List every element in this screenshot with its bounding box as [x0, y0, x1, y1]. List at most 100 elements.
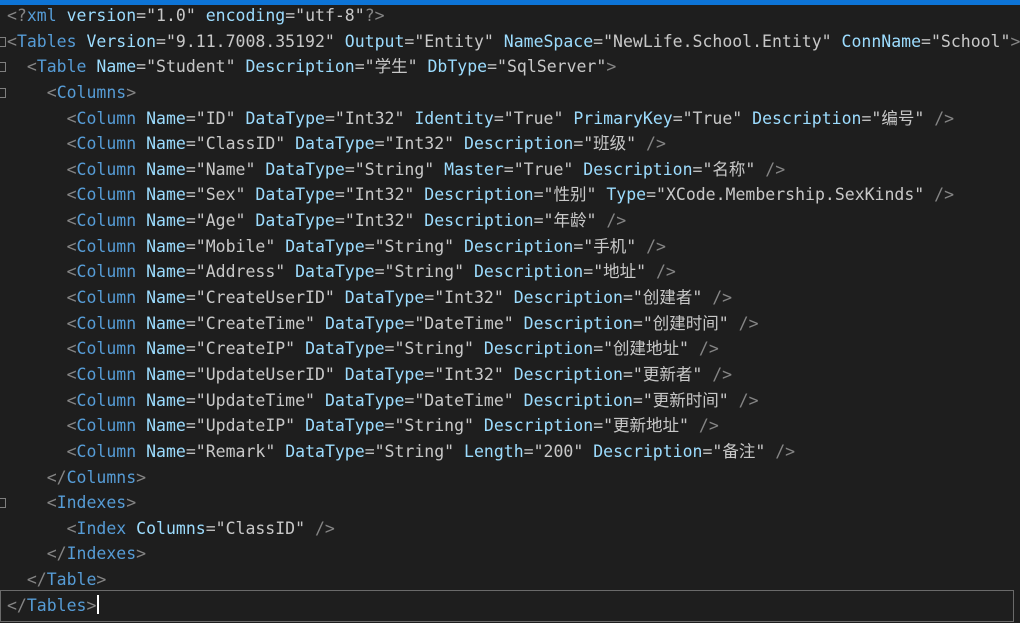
- attribute-name: Master: [444, 160, 504, 179]
- attribute-name: Description: [514, 365, 623, 384]
- attribute-name: PrimaryKey: [573, 109, 672, 128]
- space: [418, 57, 428, 76]
- attribute-value: "ID": [196, 109, 236, 128]
- attribute-value: "CreateIP": [196, 339, 295, 358]
- code-line-5[interactable]: <Column Name="ID" DataType="Int32" Ident…: [0, 106, 1020, 132]
- code-line-6[interactable]: <Column Name="ClassID" DataType="Int32" …: [0, 131, 1020, 157]
- attribute-name: Description: [524, 314, 633, 333]
- code-line-11[interactable]: <Column Name="Address" DataType="String"…: [0, 259, 1020, 285]
- code-editor[interactable]: <?xml version="1.0" encoding="utf-8"?><T…: [0, 3, 1020, 618]
- tag-open-delimiter: <: [7, 32, 17, 51]
- code-line-19[interactable]: </Columns>: [0, 465, 1020, 491]
- equals-sign: =: [424, 288, 434, 307]
- attribute-value: "Mobile": [196, 237, 275, 256]
- tag-close-delimiter: />: [689, 339, 719, 358]
- attribute-name: encoding: [206, 6, 285, 25]
- equals-sign: =: [623, 365, 633, 384]
- code-line-24[interactable]: </Tables>: [0, 593, 1020, 619]
- space: [295, 339, 305, 358]
- code-line-18[interactable]: <Column Name="Remark" DataType="String" …: [0, 439, 1020, 465]
- tag-name: Index: [77, 519, 127, 538]
- code-line-13[interactable]: <Column Name="CreateTime" DataType="Date…: [0, 311, 1020, 337]
- code-line-3[interactable]: <Table Name="Student" Description="学生" D…: [0, 54, 1020, 80]
- attribute-value: "班级": [583, 134, 636, 153]
- equals-sign: =: [186, 442, 196, 461]
- space: [504, 288, 514, 307]
- code-line-8[interactable]: <Column Name="Sex" DataType="Int32" Desc…: [0, 182, 1020, 208]
- tag-open-delimiter: <: [27, 57, 37, 76]
- fold-marker-icon[interactable]: [0, 498, 6, 508]
- equals-sign: =: [156, 32, 166, 51]
- tag-close-delimiter: />: [924, 185, 954, 204]
- tag-open-delimiter: <: [67, 134, 77, 153]
- tag-name: Column: [77, 237, 137, 256]
- tag-name: Column: [77, 288, 137, 307]
- tag-name: Column: [77, 416, 137, 435]
- equals-sign: =: [623, 288, 633, 307]
- attribute-name: DataType: [345, 288, 424, 307]
- code-line-21[interactable]: <Index Columns="ClassID" />: [0, 516, 1020, 542]
- indent: [7, 160, 67, 179]
- indent: [7, 442, 67, 461]
- space: [136, 262, 146, 281]
- code-line-9[interactable]: <Column Name="Age" DataType="Int32" Desc…: [0, 208, 1020, 234]
- code-line-22[interactable]: </Indexes>: [0, 541, 1020, 567]
- equals-sign: =: [385, 416, 395, 435]
- attribute-value: "9.11.7008.35192": [166, 32, 335, 51]
- equals-sign: =: [673, 109, 683, 128]
- tag-name: Column: [77, 185, 137, 204]
- attribute-value: "SqlServer": [497, 57, 606, 76]
- indent: [7, 493, 47, 512]
- attribute-name: DataType: [285, 237, 364, 256]
- attribute-value: "性别": [544, 185, 597, 204]
- attribute-value: "String": [394, 339, 473, 358]
- attribute-name: Name: [146, 211, 186, 230]
- code-line-12[interactable]: <Column Name="CreateUserID" DataType="In…: [0, 285, 1020, 311]
- attribute-value: "String": [385, 262, 464, 281]
- space: [136, 134, 146, 153]
- attribute-name: Version: [86, 32, 156, 51]
- tag-open-delimiter: <: [67, 237, 77, 256]
- space: [285, 134, 295, 153]
- equals-sign: =: [186, 185, 196, 204]
- tag-open-delimiter: <: [67, 314, 77, 333]
- code-line-14[interactable]: <Column Name="CreateIP" DataType="String…: [0, 336, 1020, 362]
- code-line-20[interactable]: <Indexes>: [0, 490, 1020, 516]
- fold-marker-icon[interactable]: [0, 62, 6, 72]
- code-line-10[interactable]: <Column Name="Mobile" DataType="String" …: [0, 234, 1020, 260]
- code-line-4[interactable]: <Columns>: [0, 80, 1020, 106]
- tag-close-delimiter: >: [606, 57, 616, 76]
- equals-sign: =: [186, 391, 196, 410]
- fold-marker-icon[interactable]: [0, 88, 6, 98]
- code-line-16[interactable]: <Column Name="UpdateTime" DataType="Date…: [0, 388, 1020, 414]
- attribute-name: Description: [514, 288, 623, 307]
- attribute-value: "更新时间": [643, 391, 729, 410]
- attribute-value: "utf-8": [295, 6, 365, 25]
- tag-close-delimiter: >: [126, 493, 136, 512]
- space: [583, 442, 593, 461]
- tag-name: Table: [37, 57, 87, 76]
- equals-sign: =: [534, 211, 544, 230]
- code-line-17[interactable]: <Column Name="UpdateIP" DataType="String…: [0, 413, 1020, 439]
- indent: [7, 365, 67, 384]
- tag-close-delimiter: />: [689, 416, 719, 435]
- code-line-2[interactable]: <Tables Version="9.11.7008.35192" Output…: [0, 29, 1020, 55]
- tag-name: Column: [77, 262, 137, 281]
- code-line-1[interactable]: <?xml version="1.0" encoding="utf-8"?>: [0, 3, 1020, 29]
- tag-name: Column: [77, 339, 137, 358]
- code-line-7[interactable]: <Column Name="Name" DataType="String" Ma…: [0, 157, 1020, 183]
- attribute-name: Length: [464, 442, 524, 461]
- tag-open-delimiter: </: [47, 544, 67, 563]
- attribute-name: Description: [424, 185, 533, 204]
- attribute-value: "Int32": [345, 185, 415, 204]
- code-line-23[interactable]: </Table>: [0, 567, 1020, 593]
- attribute-name: Name: [146, 339, 186, 358]
- tag-close-delimiter: />: [729, 391, 759, 410]
- attribute-name: DataType: [295, 262, 374, 281]
- tag-name: Column: [77, 365, 137, 384]
- code-line-15[interactable]: <Column Name="UpdateUserID" DataType="In…: [0, 362, 1020, 388]
- attribute-value: "Int32": [335, 109, 405, 128]
- fold-marker-icon[interactable]: [0, 37, 6, 47]
- space: [136, 442, 146, 461]
- space: [196, 6, 206, 25]
